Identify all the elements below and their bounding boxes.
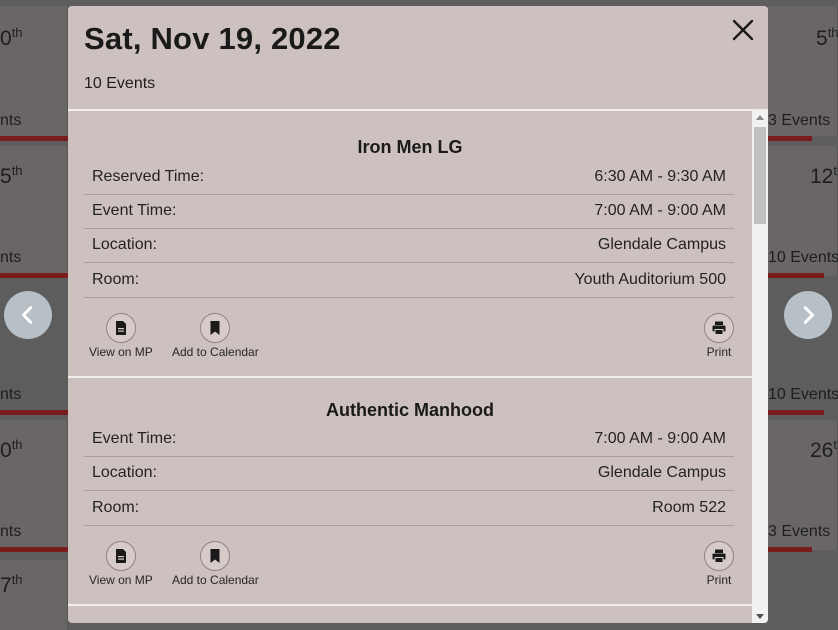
bookmark-icon <box>210 549 220 563</box>
event-bar <box>0 547 68 552</box>
calendar-day-number: 7th <box>0 572 23 597</box>
add-to-calendar-button[interactable]: Add to Calendar <box>172 541 259 587</box>
action-label: View on MP <box>89 573 153 587</box>
row-label: Room: <box>92 499 140 516</box>
event-bar <box>0 273 68 278</box>
prev-day-button[interactable] <box>4 291 52 339</box>
calendar-day-number: 26th <box>810 437 838 462</box>
document-icon <box>115 549 126 563</box>
row-label: Location: <box>92 236 157 253</box>
row-label: Event Time: <box>92 202 177 219</box>
action-circle <box>704 541 734 571</box>
row-label: Room: <box>92 271 140 288</box>
event-bar <box>0 410 68 415</box>
event-bar <box>768 273 824 278</box>
calendar-event-count[interactable]: nts <box>0 112 21 130</box>
add-to-calendar-button[interactable]: Add to Calendar <box>172 313 259 359</box>
row-value: 7:00 AM - 9:00 AM <box>594 430 726 447</box>
chevron-left-icon <box>21 306 33 324</box>
action-circle <box>200 541 231 571</box>
calendar-event-count[interactable]: 3 Events <box>768 112 830 130</box>
action-circle <box>105 541 136 571</box>
document-icon <box>115 321 126 335</box>
next-day-button[interactable] <box>784 291 832 339</box>
row-value: 6:30 AM - 9:30 AM <box>594 168 726 185</box>
row-value: 7:00 AM - 9:00 AM <box>594 202 726 219</box>
day-events-modal: Sat, Nov 19, 2022 10 Events Iron Men LG … <box>68 6 768 623</box>
action-label: Add to Calendar <box>172 345 259 359</box>
chevron-right-icon <box>803 306 815 324</box>
calendar-day-number: 5th <box>0 163 23 188</box>
modal-header: Sat, Nov 19, 2022 10 Events <box>68 6 768 109</box>
scroll-up-arrow[interactable] <box>756 115 764 120</box>
event-card: Authentic Manhood Event Time: 7:00 AM - … <box>68 378 752 604</box>
calendar-day-number: 0th <box>0 437 23 462</box>
close-icon <box>732 19 754 41</box>
view-on-mp-button[interactable]: View on MP <box>89 541 153 587</box>
event-row-room: Room: Youth Auditorium 500 <box>84 264 734 298</box>
action-label: Add to Calendar <box>172 573 259 587</box>
scroll-down-arrow[interactable] <box>756 614 764 619</box>
event-card: Iron Men LG Reserved Time: 6:30 AM - 9:3… <box>68 111 752 373</box>
calendar-event-count[interactable]: nts <box>0 523 21 541</box>
calendar-day-number: 12th <box>810 163 838 188</box>
calendar-event-count[interactable]: 3 Events <box>768 523 830 541</box>
event-divider <box>68 604 752 606</box>
print-button[interactable]: Print <box>704 313 734 359</box>
event-bar <box>768 547 812 552</box>
row-value: Glendale Campus <box>597 236 726 253</box>
calendar-day-number: 0th <box>0 25 23 50</box>
row-label: Location: <box>92 464 157 481</box>
action-circle <box>704 313 734 343</box>
action-circle <box>200 313 231 343</box>
bookmark-icon <box>210 321 220 335</box>
action-label: Print <box>706 345 732 359</box>
printer-icon <box>712 549 726 563</box>
modal-event-count: 10 Events <box>84 75 156 92</box>
calendar-event-count[interactable]: 10 Events <box>768 386 838 404</box>
scrollbar[interactable] <box>752 111 768 623</box>
event-bar <box>0 136 68 141</box>
close-button[interactable] <box>730 17 756 43</box>
event-row-location: Location: Glendale Campus <box>84 457 734 491</box>
row-label: Reserved Time: <box>92 168 205 185</box>
print-button[interactable]: Print <box>704 541 734 587</box>
event-row-event-time: Event Time: 7:00 AM - 9:00 AM <box>84 195 734 229</box>
calendar-event-count[interactable]: nts <box>0 386 21 404</box>
event-row-location: Location: Glendale Campus <box>84 229 734 263</box>
event-bar <box>768 410 824 415</box>
calendar-day-number: 5th <box>816 25 838 50</box>
event-row-reserved-time: Reserved Time: 6:30 AM - 9:30 AM <box>84 161 734 195</box>
event-row-room: Room: Room 522 <box>84 492 734 526</box>
action-label: Print <box>706 573 732 587</box>
action-circle <box>105 313 136 343</box>
event-title: Iron Men LG <box>357 137 463 157</box>
event-row-event-time: Event Time: 7:00 AM - 9:00 AM <box>84 423 734 457</box>
event-bar <box>768 136 812 141</box>
modal-title: Sat, Nov 19, 2022 <box>84 21 341 56</box>
calendar-event-count[interactable]: nts <box>0 249 21 267</box>
calendar-event-count[interactable]: 10 Events <box>768 249 838 267</box>
event-title: Authentic Manhood <box>326 400 494 420</box>
row-value: Room 522 <box>652 499 726 516</box>
printer-icon <box>712 321 726 335</box>
action-label: View on MP <box>89 345 153 359</box>
row-value: Glendale Campus <box>597 464 726 481</box>
view-on-mp-button[interactable]: View on MP <box>89 313 153 359</box>
events-list[interactable]: Iron Men LG Reserved Time: 6:30 AM - 9:3… <box>68 111 752 623</box>
row-label: Event Time: <box>92 430 177 447</box>
scroll-thumb[interactable] <box>754 127 766 224</box>
row-value: Youth Auditorium 500 <box>574 271 726 288</box>
